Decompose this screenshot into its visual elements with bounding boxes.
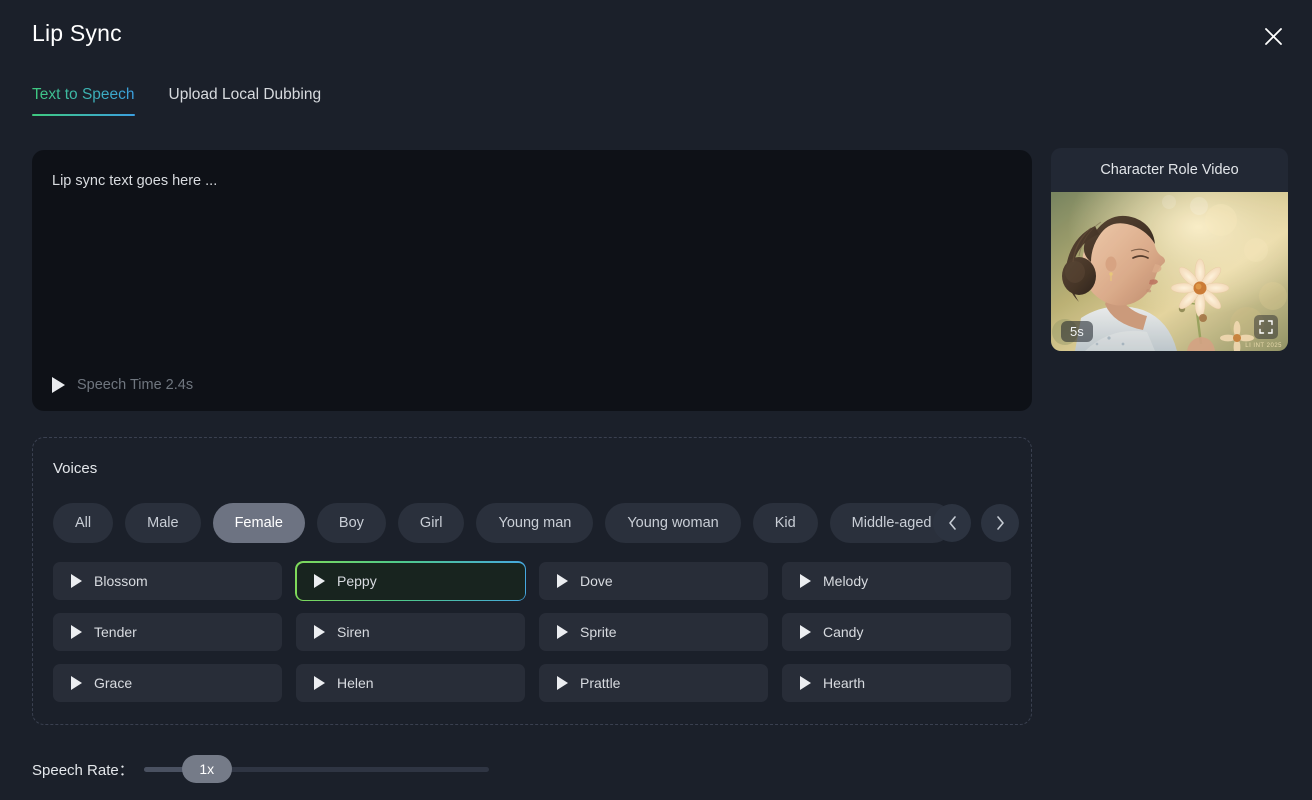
- voice-item-label: Tender: [94, 624, 137, 640]
- voice-item-siren[interactable]: Siren: [296, 613, 525, 651]
- voice-item-tender[interactable]: Tender: [53, 613, 282, 651]
- voice-filter-girl[interactable]: Girl: [397, 503, 465, 543]
- voice-item-hearth[interactable]: Hearth: [782, 664, 1011, 702]
- play-icon[interactable]: [314, 676, 325, 690]
- speech-time-label: Speech Time 2.4s: [77, 377, 194, 393]
- play-icon[interactable]: [557, 625, 568, 639]
- voice-filter-female[interactable]: Female: [212, 503, 305, 543]
- play-icon[interactable]: [71, 676, 82, 690]
- voice-filter-young-man[interactable]: Young man: [476, 503, 594, 543]
- voice-item-label: Sprite: [580, 624, 617, 640]
- speech-rate-label: Speech Rate：: [32, 761, 134, 779]
- slider-thumb[interactable]: 1x: [181, 755, 232, 783]
- voice-filter-boy[interactable]: Boy: [316, 503, 386, 543]
- voices-section-label: Voices: [53, 460, 98, 477]
- video-watermark: LI INT 2025: [1245, 343, 1282, 349]
- play-icon[interactable]: [557, 676, 568, 690]
- tab-upload-local-dubbing[interactable]: Upload Local Dubbing: [169, 86, 322, 116]
- play-icon[interactable]: [314, 574, 325, 588]
- voice-item-dove[interactable]: Dove: [539, 562, 768, 600]
- video-duration-badge: 5s: [1061, 321, 1093, 342]
- voice-item-sprite[interactable]: Sprite: [539, 613, 768, 651]
- play-icon[interactable]: [71, 625, 82, 639]
- speech-rate-slider[interactable]: 1x: [143, 754, 489, 784]
- voice-item-label: Grace: [94, 675, 133, 691]
- voice-item-label: Blossom: [94, 573, 148, 589]
- close-icon: [1264, 27, 1282, 45]
- play-icon[interactable]: [71, 574, 82, 588]
- play-icon[interactable]: [314, 625, 325, 639]
- voice-filter-male[interactable]: Male: [125, 503, 201, 543]
- tab-text-to-speech[interactable]: Text to Speech: [32, 86, 135, 116]
- page-title: Lip Sync: [32, 20, 122, 46]
- voice-filter-young-woman[interactable]: Young woman: [605, 503, 741, 543]
- chevron-right-icon: [996, 516, 1004, 530]
- voices-panel: Voices All Male Female Boy Girl Young ma…: [32, 437, 1032, 725]
- chip-scroll-next-button[interactable]: [981, 504, 1019, 542]
- voice-filter-kid[interactable]: Kid: [752, 503, 818, 543]
- voice-item-label: Candy: [823, 624, 864, 640]
- play-icon[interactable]: [800, 574, 811, 588]
- voice-filter-chip-row: All Male Female Boy Girl Young man Young…: [53, 503, 1011, 543]
- voice-item-grace[interactable]: Grace: [53, 664, 282, 702]
- voice-item-label: Siren: [337, 624, 370, 640]
- lip-sync-text-value[interactable]: Lip sync text goes here ...: [52, 173, 217, 189]
- play-icon[interactable]: [800, 625, 811, 639]
- voice-item-candy[interactable]: Candy: [782, 613, 1011, 651]
- chip-nav-group: [933, 503, 1019, 543]
- voice-item-label: Prattle: [580, 675, 621, 691]
- voice-item-label: Peppy: [337, 573, 377, 589]
- voice-item-blossom[interactable]: Blossom: [53, 562, 282, 600]
- voice-item-label: Hearth: [823, 675, 866, 691]
- character-role-video-title: Character Role Video: [1100, 162, 1239, 178]
- voice-item-melody[interactable]: Melody: [782, 562, 1011, 600]
- expand-button[interactable]: [1254, 315, 1278, 339]
- play-icon[interactable]: [557, 574, 568, 588]
- voice-item-prattle[interactable]: Prattle: [539, 664, 768, 702]
- voice-filter-all[interactable]: All: [53, 503, 114, 543]
- voice-item-label: Helen: [337, 675, 374, 691]
- voice-item-peppy[interactable]: Peppy: [296, 562, 525, 600]
- voice-list-grid: Blossom Peppy Dove Melody Tender Siren S…: [53, 562, 1011, 702]
- character-role-video-card[interactable]: Character Role Video 5s LI INT 2025: [1051, 148, 1288, 351]
- close-button[interactable]: [1259, 22, 1287, 50]
- expand-icon: [1259, 320, 1273, 334]
- lip-sync-text-editor[interactable]: Lip sync text goes here ... Speech Time …: [32, 150, 1032, 411]
- speech-rate-row: Speech Rate： 1x: [32, 752, 489, 786]
- chevron-left-icon: [948, 516, 956, 530]
- character-role-video-thumbnail[interactable]: 5s LI INT 2025: [1051, 192, 1288, 351]
- editor-footer: Speech Time 2.4s: [52, 377, 193, 393]
- play-icon[interactable]: [52, 377, 65, 393]
- play-icon[interactable]: [800, 676, 811, 690]
- voice-item-label: Melody: [823, 573, 869, 589]
- voice-item-helen[interactable]: Helen: [296, 664, 525, 702]
- chip-scroll-prev-button[interactable]: [933, 504, 971, 542]
- tab-bar: Text to Speech Upload Local Dubbing: [32, 86, 321, 116]
- voice-item-label: Dove: [580, 573, 613, 589]
